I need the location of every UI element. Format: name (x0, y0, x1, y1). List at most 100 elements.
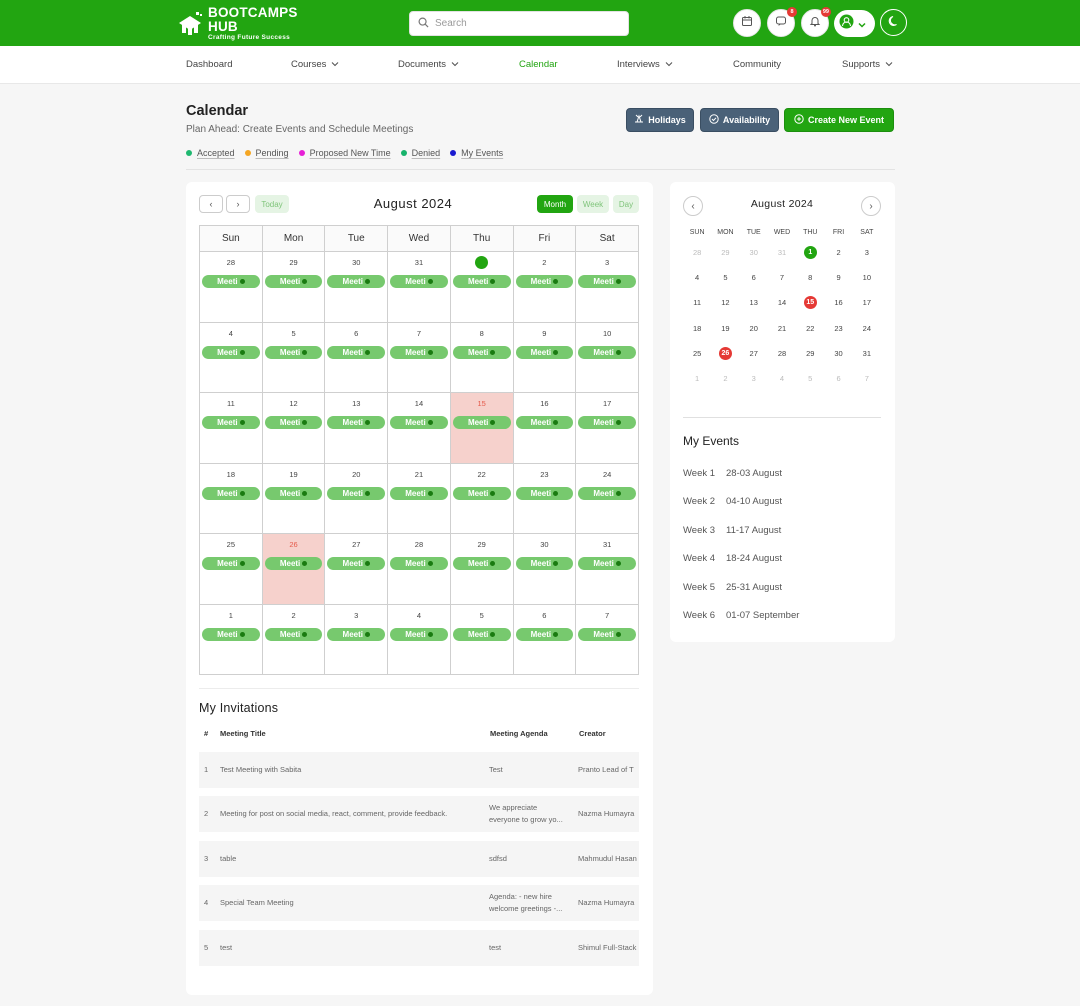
month-view-button[interactable]: Month (537, 195, 573, 213)
mini-day[interactable]: 6 (740, 265, 768, 290)
mini-day[interactable]: 23 (824, 316, 852, 341)
day-cell[interactable]: 14 Meeti (387, 392, 451, 464)
mini-day[interactable]: 16 (824, 290, 852, 315)
mini-day[interactable]: 5 (796, 366, 824, 391)
event-pill[interactable]: Meeti (390, 486, 448, 500)
day-cell[interactable]: 13 Meeti (324, 392, 389, 464)
event-pill[interactable]: Meeti (264, 416, 323, 429)
event-pill[interactable]: Meeti (578, 416, 636, 429)
event-pill[interactable]: Meeti (264, 275, 323, 288)
mini-day[interactable]: 2 (824, 240, 852, 265)
day-cell[interactable]: 1 Meeti (199, 603, 263, 675)
mini-day[interactable]: 8 (796, 265, 824, 290)
mini-day[interactable]: 18 (683, 316, 711, 341)
nav-dashboard[interactable]: Dashboard (186, 59, 232, 70)
day-cell[interactable]: 30 Meeti (324, 251, 389, 323)
event-pill[interactable]: Meeti (578, 345, 636, 359)
event-pill[interactable]: Meeti (452, 416, 511, 429)
event-pill[interactable]: Meeti (578, 627, 636, 641)
mini-day[interactable]: 28 (768, 341, 796, 366)
day-cell[interactable]: 29 Meeti (449, 533, 514, 605)
mini-day[interactable]: 1 (683, 366, 711, 391)
day-cell[interactable]: 8 Meeti (449, 321, 514, 393)
week-view-button[interactable]: Week (577, 195, 609, 213)
day-cell[interactable]: 6 Meeti (512, 603, 577, 675)
mini-day[interactable]: 10 (853, 265, 881, 290)
mini-day[interactable]: 30 (740, 240, 768, 265)
table-row[interactable]: 2 Meeting for post on social media, react… (199, 796, 639, 832)
mini-day[interactable]: 17 (853, 290, 881, 315)
mini-day[interactable]: 26 (711, 341, 739, 366)
mini-day[interactable]: 12 (711, 290, 739, 315)
day-cell[interactable]: 9 Meeti (512, 321, 577, 393)
event-pill[interactable]: Meeti (515, 486, 574, 500)
day-cell[interactable]: 12 Meeti (261, 392, 326, 464)
day-cell[interactable]: 10 Meeti (575, 321, 639, 393)
mini-day[interactable]: 4 (683, 265, 711, 290)
mini-day[interactable]: 19 (711, 316, 739, 341)
day-cell[interactable]: 2 Meeti (512, 251, 577, 323)
day-cell[interactable]: 17 Meeti (575, 392, 639, 464)
day-cell[interactable]: 7 Meeti (575, 603, 639, 675)
mini-day[interactable]: 15 (796, 290, 824, 315)
week-item[interactable]: Week 2 04-10 August (683, 496, 782, 507)
event-pill[interactable]: Meeti (327, 275, 386, 288)
mini-prev-button[interactable]: ‹ (683, 196, 703, 216)
event-pill[interactable]: Meeti (452, 627, 511, 641)
legend-item[interactable]: Proposed New Time (298, 148, 391, 158)
brand-logo[interactable]: BOOTCAMPS HUB Crafting Future Success (176, 6, 316, 41)
mini-day[interactable]: 7 (853, 366, 881, 391)
nav-supports[interactable]: Supports (842, 59, 893, 70)
event-pill[interactable]: Meeti (515, 416, 574, 429)
event-pill[interactable]: Meeti (515, 345, 574, 359)
event-pill[interactable]: Meeti (202, 416, 260, 429)
day-cell[interactable]: 26 Meeti (261, 533, 326, 605)
table-row[interactable]: 3 table sdfsd Mahmudul Hasan (199, 841, 639, 877)
day-cell[interactable]: 5 Meeti (449, 603, 514, 675)
calendar-button[interactable] (733, 9, 761, 37)
event-pill[interactable]: Meeti (327, 345, 386, 359)
mini-day[interactable]: 27 (740, 341, 768, 366)
theme-toggle[interactable] (880, 9, 907, 36)
mini-day[interactable]: 5 (711, 265, 739, 290)
event-pill[interactable]: Meeti (264, 345, 323, 359)
event-pill[interactable]: Meeti (202, 345, 260, 359)
event-pill[interactable]: Meeti (390, 416, 448, 429)
legend-item[interactable]: My Events (450, 148, 503, 158)
event-pill[interactable]: Meeti (390, 627, 448, 641)
event-pill[interactable]: Meeti (452, 345, 511, 359)
event-pill[interactable]: Meeti (390, 557, 448, 570)
day-cell[interactable]: 1 Meeti (449, 251, 514, 323)
nav-community[interactable]: Community (733, 59, 781, 70)
week-item[interactable]: Week 3 11-17 August (683, 525, 781, 536)
day-cell[interactable]: 29 Meeti (261, 251, 326, 323)
day-cell[interactable]: 6 Meeti (324, 321, 389, 393)
event-pill[interactable]: Meeti (578, 557, 636, 570)
day-cell[interactable]: 7 Meeti (387, 321, 451, 393)
week-item[interactable]: Week 5 25-31 August (683, 582, 782, 593)
event-pill[interactable]: Meeti (327, 416, 386, 429)
day-cell[interactable]: 28 Meeti (387, 533, 451, 605)
event-pill[interactable]: Meeti (327, 557, 386, 570)
mini-day[interactable]: 3 (740, 366, 768, 391)
day-cell[interactable]: 23 Meeti (512, 462, 577, 534)
mini-day[interactable]: 28 (683, 240, 711, 265)
event-pill[interactable]: Meeti (452, 275, 511, 288)
day-cell[interactable]: 31 Meeti (387, 251, 451, 323)
event-pill[interactable]: Meeti (327, 486, 386, 500)
event-pill[interactable]: Meeti (452, 557, 511, 570)
day-cell[interactable]: 15 Meeti (449, 392, 514, 464)
legend-item[interactable]: Denied (400, 148, 440, 158)
table-row[interactable]: 5 test test Shimul Full-Stack (199, 930, 639, 966)
table-row[interactable]: 4 Special Team Meeting Agenda: - new hire w… (199, 885, 639, 921)
search-input[interactable]: Search (409, 11, 629, 36)
event-pill[interactable]: Meeti (202, 627, 260, 641)
day-cell[interactable]: 25 Meeti (199, 533, 263, 605)
event-pill[interactable]: Meeti (515, 627, 574, 641)
mini-day[interactable]: 6 (824, 366, 852, 391)
next-month-button[interactable]: › (226, 195, 250, 213)
prev-month-button[interactable]: ‹ (199, 195, 223, 213)
event-pill[interactable]: Meeti (515, 275, 574, 288)
event-pill[interactable]: Meeti (578, 275, 636, 288)
day-cell[interactable]: 4 Meeti (199, 321, 263, 393)
